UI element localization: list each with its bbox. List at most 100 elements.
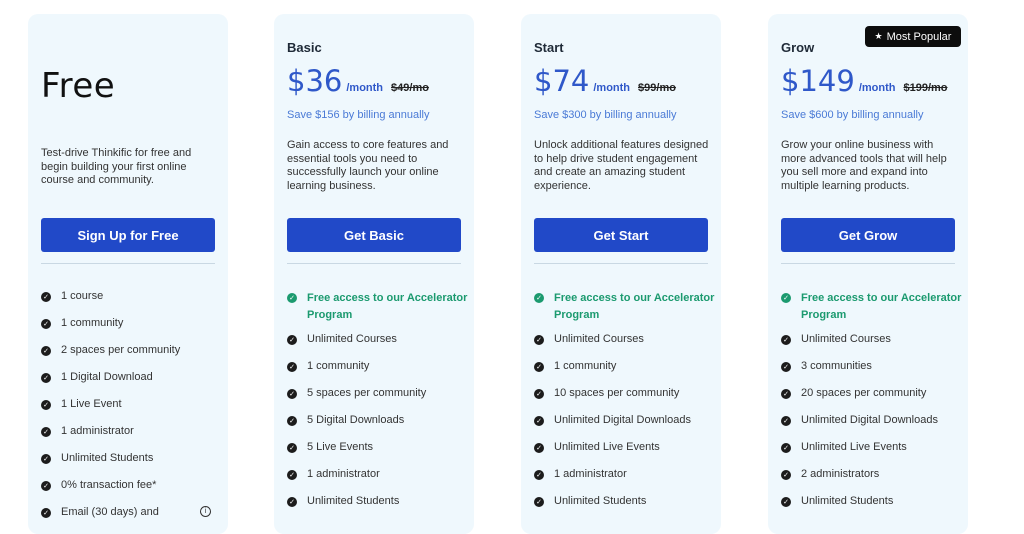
feature-item: ✓ 2 spaces per community xyxy=(41,344,226,358)
annual-savings: Save $300 by billing annually xyxy=(534,109,677,121)
check-icon: ✓ xyxy=(287,335,297,345)
check-icon: ✓ xyxy=(287,497,297,507)
annual-savings: Save $600 by billing annually xyxy=(781,109,924,121)
check-icon: ✓ xyxy=(781,293,791,303)
feature-item: ✓ Unlimited Live Events xyxy=(781,441,966,455)
old-price: $199/mo xyxy=(903,82,948,94)
check-icon: ✓ xyxy=(41,373,51,383)
check-icon: ✓ xyxy=(41,400,51,410)
plan-name: Start xyxy=(534,40,564,55)
check-icon: ✓ xyxy=(41,481,51,491)
feature-list: ✓ Free access to our Accelerator Program … xyxy=(287,290,472,522)
get-start-button[interactable]: Get Start xyxy=(534,218,708,252)
check-icon: ✓ xyxy=(534,362,544,372)
plan-name: Grow xyxy=(781,40,815,55)
divider xyxy=(41,263,215,264)
feature-item: ✓ 5 Digital Downloads xyxy=(287,414,472,428)
price-period: /month xyxy=(346,82,384,94)
plan-card-basic: Basic $36 /month $49/mo Save $156 by bil… xyxy=(274,14,474,534)
check-icon: ✓ xyxy=(534,389,544,399)
feature-item: ✓ 1 community xyxy=(41,317,226,331)
check-icon: ✓ xyxy=(41,292,51,302)
check-icon: ✓ xyxy=(41,427,51,437)
annual-savings: Save $156 by billing annually xyxy=(287,109,430,121)
promo-feature: ✓ Free access to our Accelerator Program xyxy=(534,290,719,323)
star-icon: ★ xyxy=(874,31,883,42)
plan-card-start: Start $74 /month $99/mo Save $300 by bil… xyxy=(521,14,721,534)
check-icon: ✓ xyxy=(41,346,51,356)
feature-item: ✓ Email (30 days) and xyxy=(41,506,226,520)
info-icon[interactable]: i xyxy=(200,506,211,517)
plan-title: Free xyxy=(41,66,116,106)
feature-item: ✓ Unlimited Digital Downloads xyxy=(781,414,966,428)
get-grow-button[interactable]: Get Grow xyxy=(781,218,955,252)
feature-item: ✓ Unlimited Courses xyxy=(287,333,472,347)
divider xyxy=(287,263,461,264)
feature-list: ✓ Free access to our Accelerator Program … xyxy=(781,290,966,522)
badge-label: Most Popular xyxy=(886,30,952,43)
feature-item: ✓ Unlimited Students xyxy=(781,495,966,509)
feature-item: ✓ Unlimited Courses xyxy=(534,333,719,347)
check-icon: ✓ xyxy=(781,416,791,426)
check-icon: ✓ xyxy=(41,319,51,329)
feature-item: ✓ 1 Live Event xyxy=(41,398,226,412)
check-icon: ✓ xyxy=(781,362,791,372)
price-period: /month xyxy=(593,82,631,94)
plan-description: Gain access to core features and essenti… xyxy=(287,139,449,192)
check-icon: ✓ xyxy=(534,293,544,303)
feature-item: ✓ 10 spaces per community xyxy=(534,387,719,401)
check-icon: ✓ xyxy=(41,454,51,464)
feature-item: ✓ Unlimited Digital Downloads xyxy=(534,414,719,428)
divider xyxy=(534,263,708,264)
feature-item: ✓ 1 course xyxy=(41,290,226,304)
check-icon: ✓ xyxy=(287,362,297,372)
sign-up-free-button[interactable]: Sign Up for Free xyxy=(41,218,215,252)
feature-item: ✓ Unlimited Courses xyxy=(781,333,966,347)
check-icon: ✓ xyxy=(534,470,544,480)
check-icon: ✓ xyxy=(287,443,297,453)
feature-list: ✓ 1 course ✓ 1 community ✓ 2 spaces per com… xyxy=(41,290,226,533)
price: $74 xyxy=(534,64,590,98)
price-row: $36 /month $49/mo xyxy=(287,64,429,98)
feature-item: ✓ Unlimited Live Events xyxy=(534,441,719,455)
price: $36 xyxy=(287,64,343,98)
check-icon: ✓ xyxy=(781,389,791,399)
check-icon: ✓ xyxy=(781,470,791,480)
check-icon: ✓ xyxy=(287,470,297,480)
check-icon: ✓ xyxy=(781,497,791,507)
feature-item: ✓ 2 administrators xyxy=(781,468,966,482)
promo-feature: ✓ Free access to our Accelerator Program xyxy=(781,290,966,323)
check-icon: ✓ xyxy=(534,497,544,507)
feature-item: ✓ 1 Digital Download xyxy=(41,371,226,385)
divider xyxy=(781,263,955,264)
check-icon: ✓ xyxy=(534,443,544,453)
feature-item: ✓ 1 administrator xyxy=(287,468,472,482)
plan-card-grow: Grow $149 /month $199/mo Save $600 by bi… xyxy=(768,14,968,534)
feature-item: ✓ 1 community xyxy=(534,360,719,374)
check-icon: ✓ xyxy=(41,508,51,518)
check-icon: ✓ xyxy=(287,416,297,426)
plan-description: Grow your online business with more adva… xyxy=(781,139,947,192)
old-price: $99/mo xyxy=(638,82,676,94)
plan-description: Unlock additional features designed to h… xyxy=(534,139,709,192)
check-icon: ✓ xyxy=(534,416,544,426)
old-price: $49/mo xyxy=(391,82,429,94)
plan-name: Basic xyxy=(287,40,322,55)
feature-item: ✓ 5 spaces per community xyxy=(287,387,472,401)
feature-item: ✓ 1 administrator xyxy=(41,425,226,439)
price-period: /month xyxy=(858,82,896,94)
feature-item: ✓ 1 administrator xyxy=(534,468,719,482)
feature-item: ✓ 3 communities xyxy=(781,360,966,374)
feature-item: ✓ Unlimited Students xyxy=(287,495,472,509)
price: $149 xyxy=(781,64,855,98)
plan-card-free: Free Test-drive Thinkific for free and b… xyxy=(28,14,228,534)
check-icon: ✓ xyxy=(781,443,791,453)
feature-item: ✓ 0% transaction fee* xyxy=(41,479,226,493)
feature-item: ✓ 1 community xyxy=(287,360,472,374)
most-popular-badge: ★ Most Popular xyxy=(865,26,961,47)
price-row: $149 /month $199/mo xyxy=(781,64,948,98)
feature-item: ✓ 20 spaces per community xyxy=(781,387,966,401)
get-basic-button[interactable]: Get Basic xyxy=(287,218,461,252)
check-icon: ✓ xyxy=(781,335,791,345)
check-icon: ✓ xyxy=(287,389,297,399)
